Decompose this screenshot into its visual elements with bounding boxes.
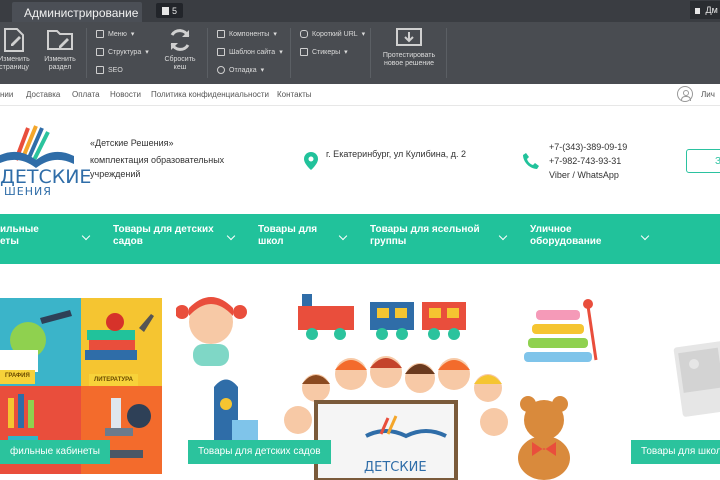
notifications-count: 5 [171, 5, 177, 16]
chevron-down-icon [498, 231, 508, 241]
toolbar-divider [446, 28, 447, 78]
menu-icon [96, 30, 104, 38]
nav-item-contacts[interactable]: Контакты [277, 90, 312, 99]
chevron-down-icon [81, 231, 91, 241]
menu-label: Меню [108, 30, 127, 38]
admin-user-name: Дм [705, 5, 718, 15]
phone-number[interactable]: +7-982-743-93-31 [549, 154, 627, 168]
admin-user[interactable]: Дм [690, 1, 720, 19]
debug-tool[interactable]: Отладка ▾ [217, 66, 264, 74]
nav-item[interactable]: нии [0, 90, 13, 99]
logo-subword: ШЕНИЯ [4, 185, 52, 198]
phone-block: +7-(343)-389-09-19 +7-982-743-93-31 Vibe… [549, 140, 627, 182]
edit-section-button[interactable]: Изменить раздел [38, 27, 82, 72]
reset-cache-button[interactable]: Сбросить кеш [158, 27, 202, 72]
edit-page-button[interactable]: Изменить страницу [0, 27, 36, 72]
sticker-icon [300, 48, 308, 56]
book-icon [161, 6, 169, 15]
kindergarten-goods-button[interactable]: Товары для детских садов [188, 440, 331, 464]
edit-page-icon [4, 28, 24, 52]
category-kindergarten[interactable]: Товары для детских садов [113, 224, 214, 248]
stickers-tool[interactable]: Стикеры ▾ [300, 48, 348, 56]
debug-label: Отладка [229, 66, 257, 74]
geography-tile: ГРАФИЯ [0, 298, 81, 386]
books-apple-image [85, 313, 154, 360]
phone-icon [523, 153, 539, 169]
phone-number[interactable]: +7-(343)-389-09-19 [549, 140, 627, 154]
location-pin-icon [304, 152, 318, 170]
stickers-label: Стикеры [312, 48, 341, 56]
structure-tool[interactable]: Структура ▾ [96, 48, 149, 56]
reset-cache-label: Сбросить кеш [164, 56, 196, 71]
chevron-down-icon [226, 231, 236, 241]
category-menu: ильные еты Товары для детских садов Товары… [0, 214, 720, 264]
seo-label: SEO [108, 66, 123, 74]
admin-top-bar: Администрирование 5 Дм [0, 0, 720, 22]
chevron-down-icon [338, 231, 348, 241]
tile-label: ГРАФИЯ [0, 370, 35, 384]
components-icon [217, 30, 225, 38]
specialized-rooms-button[interactable]: фильные кабинеты [0, 440, 110, 464]
image-placeholder-icon [673, 341, 720, 417]
components-tool[interactable]: Компоненты ▾ [217, 30, 277, 38]
toolbar-divider [370, 28, 371, 78]
banner-specialized-rooms[interactable]: ГРАФИЯ ЛИТЕРАТУРА фильные кабинеты [0, 298, 162, 474]
category-outdoor[interactable]: Уличное оборудование [530, 224, 601, 248]
personal-account-link[interactable]: Лич [701, 90, 715, 99]
category-schools[interactable]: Товары для школ [258, 224, 317, 248]
user-icon[interactable] [677, 86, 693, 102]
short-url-label: Короткий URL [312, 30, 358, 38]
seo-tool[interactable]: SEO [96, 66, 123, 74]
site-template-icon [217, 48, 225, 56]
inner-logo-word: ДЕТСКИЕ [364, 460, 427, 475]
toolbar-divider [290, 28, 291, 78]
company-name: «Детские Решения» [90, 138, 174, 148]
category-specialized-rooms[interactable]: ильные еты [0, 224, 39, 248]
menu-tool[interactable]: Меню ▾ [96, 30, 134, 38]
folder-edit-icon [47, 30, 73, 50]
nav-item-payment[interactable]: Оплата [72, 90, 100, 99]
nav-item-privacy[interactable]: Политика конфиденциальности [151, 90, 269, 99]
literature-tile: ЛИТЕРАТУРА [81, 298, 162, 388]
admin-tab[interactable]: Администрирование [12, 2, 142, 22]
school-goods-button[interactable]: Товары для школ [631, 440, 720, 464]
seo-icon [96, 66, 104, 74]
nav-item-news[interactable]: Новости [110, 90, 141, 99]
category-nursery[interactable]: Товары для ясельной группы [370, 224, 480, 248]
callback-button[interactable]: З [686, 149, 720, 173]
short-url-tool[interactable]: Короткий URL ▾ [300, 30, 365, 38]
edit-section-label: Изменить раздел [44, 56, 76, 71]
debug-icon [217, 66, 225, 74]
top-navigation: нии Доставка Оплата Новости Политика кон… [0, 84, 720, 106]
components-label: Компоненты [229, 30, 270, 38]
nav-item-delivery[interactable]: Доставка [26, 90, 60, 99]
chevron-down-icon [640, 231, 650, 241]
link-icon [300, 30, 308, 38]
notifications-badge[interactable]: 5 [156, 3, 183, 18]
site-template-tool[interactable]: Шаблон сайта ▾ [217, 48, 283, 56]
toolbar-divider [86, 28, 87, 78]
test-solution-button[interactable]: Протестировать новое решение [380, 27, 438, 68]
company-tagline: комплектация образовательных учреждений [90, 155, 225, 179]
structure-icon [96, 48, 104, 56]
user-lock-icon [695, 7, 700, 14]
site-template-label: Шаблон сайта [229, 48, 276, 56]
messengers-label: Viber / WhatsApp [549, 170, 619, 180]
refresh-icon [170, 29, 190, 51]
download-window-icon [396, 28, 422, 46]
admin-toolbar: Изменить страницу Изменить раздел Меню ▾ … [0, 22, 720, 84]
toolbar-divider [207, 28, 208, 78]
test-solution-label: Протестировать новое решение [382, 52, 436, 67]
structure-label: Структура [108, 48, 142, 56]
edit-page-label: Изменить страницу [0, 56, 30, 71]
address: г. Екатеринбург, ул Кулибина, д. 2 [326, 149, 467, 159]
